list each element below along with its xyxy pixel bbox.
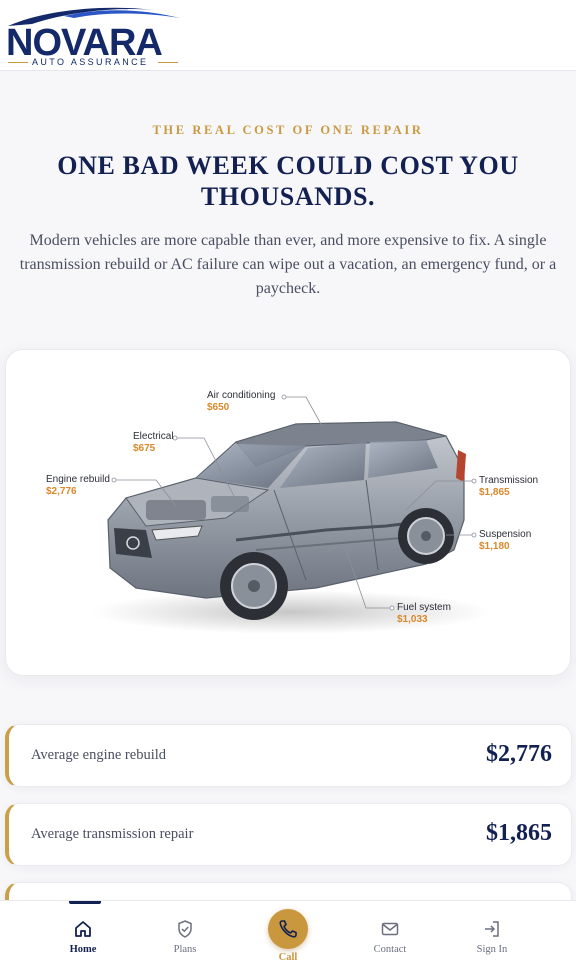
nav-sign-in[interactable]: Sign In [452,901,532,966]
stat-label: Average engine rebuild [31,747,167,763]
callout-price: $650 [207,402,230,413]
section-eyebrow: THE REAL COST OF ONE REPAIR [152,123,424,137]
callout-air-conditioning: Air conditioning $650 [207,390,275,414]
stat-value: $1,865 [486,820,552,846]
nav-home[interactable]: Home [43,901,123,966]
nav-plans[interactable]: Plans [145,901,225,966]
callout-name: Fuel system [397,602,451,613]
active-indicator [69,901,101,904]
callout-electrical: Electrical $675 [133,431,174,455]
section-intro: Modern vehicles are more capable than ev… [19,232,557,297]
nav-label: Sign In [476,944,508,955]
callout-price: $2,776 [46,486,77,497]
stat-value: $2,776 [486,741,552,767]
mail-icon [381,922,399,936]
callout-suspension: Suspension $1,180 [479,529,531,553]
callout-price: $1,865 [479,487,510,498]
phone-icon [279,920,297,938]
nav-contact[interactable]: Contact [350,901,430,966]
call-button[interactable] [268,909,308,949]
suv-cutaway-illustration [91,394,491,634]
logo-rule-right [158,62,178,63]
stat-card-engine-rebuild: Average engine rebuild $2,776 [5,724,572,787]
call-label: Call [278,952,298,963]
stat-label: Average transmission repair [31,826,194,842]
callout-name: Air conditioning [207,390,276,401]
callout-price: $1,180 [479,541,510,552]
nav-label: Plans [173,944,197,955]
callout-name: Engine rebuild [46,474,110,485]
logo-tagline: AUTO ASSURANCE [32,57,149,67]
nav-label: Contact [373,944,407,955]
shield-check-icon [178,920,192,938]
nav-label: Home [69,944,97,955]
callout-fuel-system: Fuel system $1,033 [397,602,451,626]
callout-name: Transmission [479,475,539,486]
callout-name: Electrical [133,431,174,442]
stat-card-transmission-repair: Average transmission repair $1,865 [5,803,572,866]
callout-price: $675 [133,443,156,454]
sign-in-icon [485,921,499,937]
novara-logo[interactable]: NOVARA AUTO ASSURANCE [4,4,182,68]
callout-name: Suspension [479,529,532,540]
callout-engine-rebuild: Engine rebuild $2,776 [46,474,110,498]
section-title: ONE BAD WEEK COULD COST YOU THOUSANDS. [57,151,519,211]
site-header: NOVARA AUTO ASSURANCE [0,0,576,71]
callout-transmission: Transmission $1,865 [479,475,538,499]
logo-rule-left [8,62,28,63]
home-icon [75,921,91,937]
callout-price: $1,033 [397,614,428,625]
repair-cost-diagram-card: Air conditioning $650 Electrical $675 En… [5,349,571,676]
